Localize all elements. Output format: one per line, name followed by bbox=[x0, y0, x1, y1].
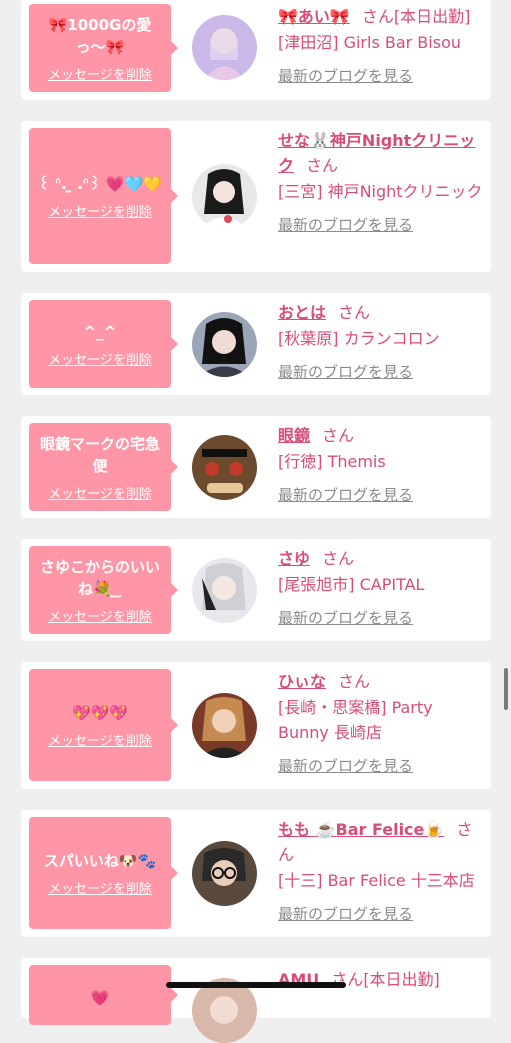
today-work-badge: [本日出勤] bbox=[363, 970, 440, 989]
cast-info: さゆ さん [尾張旭市] CAPITAL 最新のブログを見る bbox=[278, 546, 484, 628]
delete-message-link[interactable]: メッセージを削除 bbox=[48, 349, 152, 368]
today-work-badge: [本日出勤] bbox=[393, 7, 471, 26]
latest-blog-link[interactable]: 最新のブログを見る bbox=[278, 755, 484, 776]
message-text: 🎀1000Gの愛っ〜🎀 bbox=[48, 15, 152, 56]
message-card: 🎀1000Gの愛っ〜🎀 メッセージを削除 🎀あい🎀 さん[本日出勤] [津田沼] … bbox=[21, 0, 491, 100]
avatar[interactable] bbox=[192, 558, 257, 623]
cast-name-link[interactable]: もも ☕️Bar Felice🍺 bbox=[278, 820, 444, 839]
message-card: ꒰ ᐢ. ̫ .ᐢ꒱ 💗🩵💛 メッセージを削除 せな🐰神戸Nightクリニックさ… bbox=[21, 121, 491, 272]
avatar[interactable] bbox=[192, 841, 257, 906]
honorific: さん bbox=[338, 303, 371, 322]
cast-info: AMU さん[本日出勤] bbox=[278, 967, 484, 992]
cast-info: おとは さん [秋葉原] カランコロン 最新のブログを見る bbox=[278, 300, 484, 382]
shop-name: [尾張旭市] CAPITAL bbox=[278, 575, 425, 594]
honorific: さん bbox=[322, 426, 355, 445]
message-text: ꒰ ᐢ. ̫ .ᐢ꒱ 💗🩵💛 bbox=[38, 174, 162, 193]
shop-name: [秋葉原] カランコロン bbox=[278, 329, 440, 348]
message-bubble: 💗 bbox=[29, 965, 178, 1025]
cast-info: 眼鏡 さん [行徳] Themis 最新のブログを見る bbox=[278, 423, 484, 505]
message-bubble: さゆこからのいいね💐 ̫ ̫ メッセージを削除 bbox=[29, 546, 178, 634]
delete-message-link[interactable]: メッセージを削除 bbox=[48, 201, 152, 220]
avatar[interactable] bbox=[192, 312, 257, 377]
shop-name: [十三] Bar Felice 十三本店 bbox=[278, 871, 475, 890]
message-card: 💖💖💖 メッセージを削除 ひぃな さん [長崎・思案橋] Party Bunny … bbox=[21, 662, 491, 789]
honorific: さん bbox=[322, 549, 355, 568]
message-text: 眼鏡マークの宅急便 bbox=[39, 434, 160, 475]
cast-name-link[interactable]: ひぃな bbox=[278, 672, 326, 691]
message-text: ^_^ bbox=[83, 322, 117, 341]
cast-info: 🎀あい🎀 さん[本日出勤] [津田沼] Girls Bar Bisou 最新のブロ… bbox=[278, 4, 484, 86]
delete-message-link[interactable]: メッセージを削除 bbox=[48, 730, 152, 749]
home-indicator[interactable] bbox=[166, 982, 346, 988]
message-card: さゆこからのいいね💐 ̫ ̫ メッセージを削除 さゆ さん [尾張旭市] CAPI… bbox=[21, 539, 491, 641]
message-card: スパいいね🐶🐾 メッセージを削除 もも ☕️Bar Felice🍺 さん [十三]… bbox=[21, 810, 491, 937]
message-text: スパいいね🐶🐾 bbox=[43, 851, 157, 870]
latest-blog-link[interactable]: 最新のブログを見る bbox=[278, 361, 484, 382]
message-bubble: 眼鏡マークの宅急便 メッセージを削除 bbox=[29, 423, 178, 511]
avatar[interactable] bbox=[192, 693, 257, 758]
delete-message-link[interactable]: メッセージを削除 bbox=[48, 483, 152, 502]
message-bubble: ^_^ メッセージを削除 bbox=[29, 300, 178, 388]
honorific: さん bbox=[306, 156, 339, 175]
message-card: 💗 AMU さん[本日出勤] bbox=[21, 958, 491, 1043]
avatar[interactable] bbox=[192, 164, 257, 229]
latest-blog-link[interactable]: 最新のブログを見る bbox=[278, 903, 484, 924]
shop-name: [長崎・思案橋] Party Bunny 長崎店 bbox=[278, 698, 433, 742]
message-bubble: スパいいね🐶🐾 メッセージを削除 bbox=[29, 817, 178, 929]
latest-blog-link[interactable]: 最新のブログを見る bbox=[278, 65, 484, 86]
shop-name: [行徳] Themis bbox=[278, 452, 386, 471]
cast-name-link[interactable]: 眼鏡 bbox=[278, 426, 310, 445]
cast-info: もも ☕️Bar Felice🍺 さん [十三] Bar Felice 十三本店 … bbox=[278, 817, 484, 924]
cast-info: ひぃな さん [長崎・思案橋] Party Bunny 長崎店 最新のブログを見る bbox=[278, 669, 484, 776]
latest-blog-link[interactable]: 最新のブログを見る bbox=[278, 484, 484, 505]
scrollbar[interactable] bbox=[504, 668, 508, 710]
honorific: さん bbox=[361, 7, 394, 26]
message-bubble: ꒰ ᐢ. ̫ .ᐢ꒱ 💗🩵💛 メッセージを削除 bbox=[29, 128, 178, 264]
message-text: 💗 bbox=[90, 989, 110, 1007]
honorific: さん bbox=[338, 672, 371, 691]
message-text: 💖💖💖 bbox=[71, 703, 129, 722]
cast-name-link[interactable]: さゆ bbox=[278, 549, 310, 568]
latest-blog-link[interactable]: 最新のブログを見る bbox=[278, 214, 484, 235]
message-bubble: 💖💖💖 メッセージを削除 bbox=[29, 669, 178, 781]
cast-name-link[interactable]: おとは bbox=[278, 303, 326, 322]
shop-name: [三宮] 神戸Nightクリニック bbox=[278, 182, 483, 201]
message-bubble: 🎀1000Gの愛っ〜🎀 メッセージを削除 bbox=[29, 4, 178, 92]
delete-message-link[interactable]: メッセージを削除 bbox=[48, 878, 152, 897]
delete-message-link[interactable]: メッセージを削除 bbox=[48, 64, 152, 83]
avatar[interactable] bbox=[192, 435, 257, 500]
latest-blog-link[interactable]: 最新のブログを見る bbox=[278, 607, 484, 628]
shop-name: [津田沼] Girls Bar Bisou bbox=[278, 33, 461, 52]
cast-info: せな🐰神戸Nightクリニック さん [三宮] 神戸Nightクリニック 最新のブ… bbox=[278, 128, 484, 235]
message-card: 眼鏡マークの宅急便 メッセージを削除 眼鏡 さん [行徳] Themis 最新のブ… bbox=[21, 416, 491, 518]
avatar[interactable] bbox=[192, 15, 257, 80]
cast-name-link[interactable]: 🎀あい🎀 bbox=[278, 7, 350, 26]
message-card: ^_^ メッセージを削除 おとは さん [秋葉原] カランコロン 最新のブログを見… bbox=[21, 293, 491, 395]
delete-message-link[interactable]: メッセージを削除 bbox=[48, 606, 152, 625]
message-text: さゆこからのいいね💐 ̫ ̫ bbox=[39, 557, 160, 598]
